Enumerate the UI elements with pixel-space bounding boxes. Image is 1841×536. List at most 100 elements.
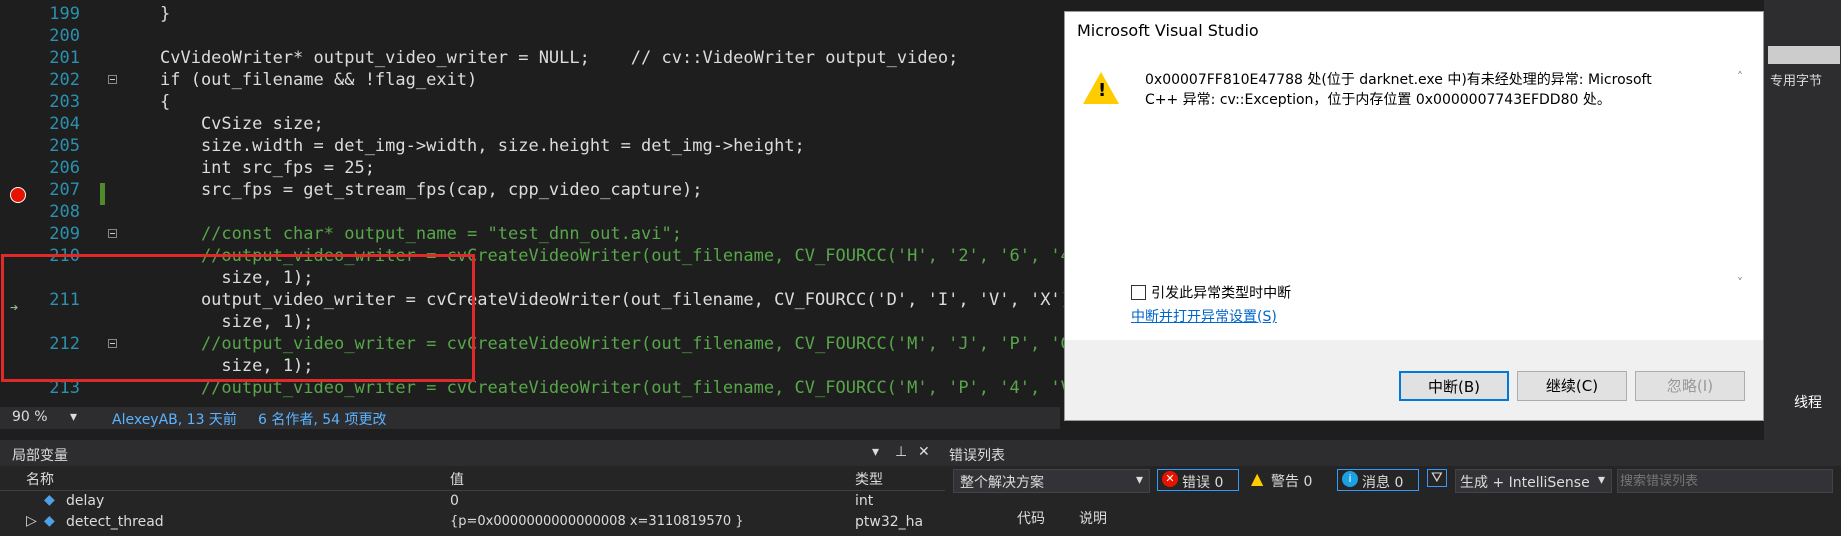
error-search-input[interactable]: [1617, 469, 1833, 493]
col-value[interactable]: 值: [450, 469, 464, 489]
locals-header: 局部变量 ▾ ⊥ ✕: [0, 440, 945, 466]
line-number: 205: [49, 136, 80, 156]
line-number: 202: [49, 70, 80, 90]
highlight-annotation-box: [1, 254, 475, 382]
checkbox-label: 引发此异常类型时中断: [1151, 285, 1292, 302]
dialog-title: Microsoft Visual Studio: [1065, 12, 1763, 50]
line-number: 200: [49, 26, 80, 46]
fold-toggle-icon[interactable]: [108, 229, 117, 238]
var-name: delay: [66, 493, 105, 509]
errors-filter-button[interactable]: ✕ 错误 0: [1157, 469, 1239, 491]
diagnostic-tools-panel: 专用字节 线程: [1764, 0, 1841, 440]
code-text: int src_fps = 25;: [160, 158, 375, 178]
pin-icon[interactable]: ⊥: [895, 444, 907, 460]
ignore-button: 忽略(I): [1635, 371, 1745, 401]
breakpoint-icon[interactable]: [10, 187, 26, 203]
threads-label[interactable]: 线程: [1794, 392, 1822, 412]
change-indicator: [100, 183, 105, 205]
warning-icon: !: [1083, 72, 1119, 104]
variable-icon: ◆: [44, 492, 55, 508]
exception-message: 0x00007FF810E47788 处(位于 darknet.exe 中)有未…: [1145, 72, 1652, 108]
zoom-level[interactable]: 90 %: [12, 409, 48, 425]
line-number: 206: [49, 158, 80, 178]
dialog-body: ! 0x00007FF810E47788 处(位于 darknet.exe 中)…: [1065, 50, 1763, 340]
git-author-info[interactable]: AlexeyAB, 13 天前: [112, 409, 237, 429]
code-line[interactable]: 204 CvSize size;: [0, 113, 1060, 135]
filter-icon[interactable]: ⛛: [1427, 469, 1447, 487]
chevron-down-icon: ▾: [1597, 472, 1605, 488]
line-number: 208: [49, 202, 80, 222]
dropdown-icon[interactable]: ▾: [872, 444, 879, 460]
locals-title: 局部变量: [12, 448, 68, 464]
code-text: {: [160, 92, 171, 112]
code-line[interactable]: 208: [0, 201, 1060, 223]
git-changes-info[interactable]: 6 名作者, 54 项更改: [258, 409, 387, 429]
chevron-down-icon: ▾: [1135, 472, 1143, 488]
line-number: 204: [49, 114, 80, 134]
code-line[interactable]: 199}: [0, 3, 1060, 25]
errors-count: 错误 0: [1182, 475, 1224, 491]
var-type: int: [855, 493, 874, 509]
private-bytes-label: 专用字节: [1770, 74, 1823, 89]
errors-title: 错误列表: [949, 448, 1005, 464]
expand-icon[interactable]: ▷: [26, 513, 37, 529]
break-button[interactable]: 中断(B): [1399, 371, 1509, 401]
chevron-down-icon[interactable]: ▾: [70, 409, 77, 425]
var-type: ptw32_ha: [855, 514, 924, 530]
code-line[interactable]: 203 {: [0, 91, 1060, 113]
var-value[interactable]: 0: [450, 493, 459, 509]
checkbox-box[interactable]: [1131, 285, 1146, 300]
code-line[interactable]: 206 int src_fps = 25;: [0, 157, 1060, 179]
scrollbar[interactable]: ˄ ˅: [1737, 70, 1751, 290]
warnings-count: 警告 0: [1271, 474, 1313, 490]
messages-count: 消息 0: [1362, 475, 1404, 491]
warning-icon: ▲: [1251, 469, 1264, 488]
var-name: detect_thread: [66, 514, 164, 530]
var-value[interactable]: {p=0x0000000000000008 x=3110819570 }: [450, 514, 744, 529]
table-row[interactable]: ◆ delay 0 int: [0, 492, 945, 512]
locals-column-headers: 名称 值 类型: [0, 466, 945, 491]
line-number: 209: [49, 224, 80, 244]
scope-value: 整个解决方案: [960, 475, 1044, 491]
messages-filter-button[interactable]: i 消息 0: [1337, 469, 1419, 491]
code-line[interactable]: 201 CvVideoWriter* output_video_writer = …: [0, 47, 1060, 69]
code-line[interactable]: 200: [0, 25, 1060, 47]
errors-header: 错误列表: [945, 440, 1841, 466]
close-icon[interactable]: ✕: [918, 444, 930, 460]
col-type[interactable]: 类型: [855, 469, 883, 489]
scope-dropdown[interactable]: 整个解决方案 ▾: [953, 469, 1150, 493]
code-line[interactable]: 202 if (out_filename && !flag_exit): [0, 69, 1060, 91]
warnings-filter-button[interactable]: ▲ 警告 0: [1247, 469, 1329, 491]
locals-panel: 名称 值 类型 ◆ delay 0 int ▷ ◆ detect_thread …: [0, 466, 945, 536]
fold-toggle-icon[interactable]: [108, 75, 117, 84]
variable-icon: ◆: [44, 513, 55, 529]
table-row[interactable]: ▷ ◆ detect_thread {p=0x0000000000000008 …: [0, 513, 945, 533]
line-number: 203: [49, 92, 80, 112]
error-icon: ✕: [1162, 471, 1178, 487]
line-number: 207: [49, 180, 80, 200]
build-filter-value: 生成 + IntelliSense: [1460, 475, 1590, 491]
line-number: 201: [49, 48, 80, 68]
exception-dialog: Microsoft Visual Studio ! 0x00007FF810E4…: [1064, 11, 1764, 421]
info-icon: i: [1342, 471, 1358, 487]
editor-status-bar: 90 % ▾ AlexeyAB, 13 天前 6 名作者, 54 项更改: [0, 407, 1060, 429]
code-line[interactable]: 209 //const char* output_name = "test_dn…: [0, 223, 1060, 245]
code-line[interactable]: 205 size.width = det_img->width, size.he…: [0, 135, 1060, 157]
code-text: }: [160, 4, 171, 24]
continue-button[interactable]: 继续(C): [1517, 371, 1627, 401]
error-list-panel: 整个解决方案 ▾ ✕ 错误 0 ▲ 警告 0 i 消息 0 ⛛ 生成 + Int…: [945, 466, 1841, 536]
code-text: CvVideoWriter* output_video_writer = NUL…: [160, 48, 959, 68]
line-number: 199: [49, 4, 80, 24]
col-description[interactable]: 说明: [1079, 508, 1107, 528]
code-text: src_fps = get_stream_fps(cap, cpp_video_…: [160, 180, 703, 200]
code-text: //const char* output_name = "test_dnn_ou…: [160, 224, 682, 244]
code-text: if (out_filename && !flag_exit): [160, 70, 478, 90]
code-text: CvSize size;: [160, 114, 324, 134]
exception-settings-link[interactable]: 中断并打开异常设置(S): [1131, 306, 1277, 326]
code-text: size.width = det_img->width, size.height…: [160, 136, 805, 156]
build-filter-dropdown[interactable]: 生成 + IntelliSense ▾: [1455, 469, 1612, 493]
break-on-exception-checkbox[interactable]: 引发此异常类型时中断: [1131, 282, 1291, 303]
col-name[interactable]: 名称: [26, 469, 54, 489]
col-code[interactable]: 代码: [1017, 508, 1045, 528]
code-line[interactable]: 207 src_fps = get_stream_fps(cap, cpp_vi…: [0, 179, 1060, 201]
